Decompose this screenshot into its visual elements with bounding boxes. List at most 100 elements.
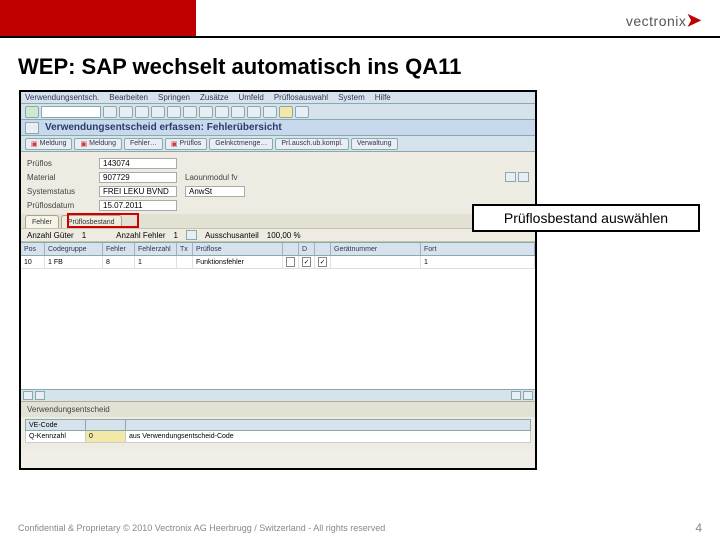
menu-item[interactable]: Bearbeiten <box>109 93 148 102</box>
app-button[interactable]: Gelnkctmenge… <box>209 138 273 150</box>
scroll-left-icon[interactable] <box>23 391 33 400</box>
summary-label: Anzahl Fehler <box>116 231 165 240</box>
summary-val: 1 <box>82 231 86 240</box>
menu-item[interactable]: System <box>338 93 365 102</box>
footer-grid: VE-Code Q-Kennzahl 0 aus Verwendungsents… <box>21 417 535 449</box>
scroll-right-icon[interactable] <box>523 391 533 400</box>
brand-name: vectronix <box>626 13 687 29</box>
col-fehlerzahl: Fehlerzahl <box>135 243 177 255</box>
fd-kennzahl[interactable]: 0 <box>85 431 125 443</box>
brand-arrow-icon: ➤ <box>686 10 702 30</box>
sap-menubar[interactable]: Verwendungsentsch. Bearbeiten Springen Z… <box>21 92 535 104</box>
toolbar-icon[interactable] <box>295 106 309 118</box>
toolbar-icon[interactable] <box>247 106 261 118</box>
menu-item[interactable]: Springen <box>158 93 190 102</box>
menu-item[interactable]: Hilfe <box>375 93 391 102</box>
input-anwst[interactable]: AnwSt <box>185 186 245 197</box>
f4-icon[interactable] <box>518 172 529 182</box>
input-material[interactable]: 907729 <box>99 172 177 183</box>
col-fort: Fort <box>421 243 535 255</box>
app-button[interactable]: Verwaltung <box>351 138 398 150</box>
fd-label: Q-Kennzahl <box>25 431 85 443</box>
horizontal-rule <box>0 36 720 38</box>
summary-val: 1 <box>174 231 178 240</box>
title-icon <box>25 122 39 134</box>
fh-vecode: VE-Code <box>25 419 85 431</box>
label-material: Material <box>27 173 99 182</box>
toolbar-icon[interactable] <box>263 106 277 118</box>
menu-item[interactable]: Verwendungsentsch. <box>25 93 99 102</box>
col-codegruppe: Codegruppe <box>45 243 103 255</box>
command-field[interactable] <box>41 106 101 118</box>
slide-footer: Confidential & Proprietary © 2010 Vectro… <box>0 516 720 540</box>
footer-section-label: Verwendungsentscheid <box>21 401 535 417</box>
form-header: Prüflos 143074 Material 907729 Laounmodu… <box>21 152 535 214</box>
label-prueflos: Prüflos <box>27 159 99 168</box>
page-number: 4 <box>695 521 702 535</box>
tab-prueflosbestand[interactable]: Prüflosbestand <box>61 215 122 228</box>
slide-top-bar: vectronix➤ <box>0 0 720 36</box>
cancel-icon[interactable] <box>151 106 165 118</box>
input-prueflos[interactable]: 143074 <box>99 158 177 169</box>
col-prueflose: Prüflose <box>193 243 283 255</box>
summary-val: 100,00 % <box>267 231 301 240</box>
back-icon[interactable] <box>119 106 133 118</box>
callout-text: Prüflosbestand auswählen <box>504 210 668 226</box>
toolbar-icon[interactable] <box>183 106 197 118</box>
annotation-callout: Prüflosbestand auswählen <box>472 204 700 232</box>
fh-blank <box>85 419 125 431</box>
brand-color-block <box>0 0 196 36</box>
toolbar-icon[interactable] <box>231 106 245 118</box>
menu-item[interactable]: Prüflosauswahl <box>274 93 328 102</box>
material-text: Laounmodul fv <box>185 173 237 182</box>
checkbox-icon[interactable]: ✓ <box>318 257 327 267</box>
menu-item[interactable]: Umfeld <box>238 93 263 102</box>
app-button[interactable]: Prl.ausch.ub.kompl. <box>275 138 348 150</box>
menu-item[interactable]: Zusätze <box>200 93 228 102</box>
summary-label: Ausschusanteil <box>205 231 259 240</box>
sap-titlebar: Verwendungsentscheid erfassen: Fehlerübe… <box>21 120 535 136</box>
toolbar-icon[interactable] <box>103 106 117 118</box>
col-pos: Pos <box>21 243 45 255</box>
brand-logo: vectronix➤ <box>626 10 702 31</box>
app-button[interactable]: ▣Meldung <box>74 138 121 150</box>
sap-toolbar-app: ▣Meldung ▣Meldung Fehler… ▣Prüflos Gelnk… <box>21 136 535 152</box>
summary-icon[interactable] <box>186 230 197 240</box>
col-blank2 <box>315 243 331 255</box>
summary-label: Anzahl Güter <box>27 231 74 240</box>
scroll-right-icon[interactable] <box>511 391 521 400</box>
app-button[interactable]: ▣Prüflos <box>165 138 207 150</box>
col-blank <box>283 243 299 255</box>
grid-header: Pos Codegruppe Fehler Fehlerzahl Tx Prüf… <box>21 242 535 256</box>
app-button[interactable]: Fehler… <box>124 138 163 150</box>
toolbar-icon[interactable] <box>199 106 213 118</box>
exit-icon[interactable] <box>135 106 149 118</box>
toolbar-icon[interactable] <box>215 106 229 118</box>
help-icon[interactable] <box>279 106 293 118</box>
col-geraet: Gerätnummer <box>331 243 421 255</box>
col-d: D <box>299 243 315 255</box>
ok-icon[interactable] <box>25 106 39 118</box>
label-date: Prüflosdatum <box>27 201 99 210</box>
checkbox-icon[interactable] <box>286 257 295 267</box>
tab-fehler[interactable]: Fehler <box>25 215 59 228</box>
col-fehler: Fehler <box>103 243 135 255</box>
sap-toolbar-main <box>21 104 535 120</box>
checkbox-icon[interactable]: ✓ <box>302 257 311 267</box>
sap-window: Verwendungsentsch. Bearbeiten Springen Z… <box>19 90 537 470</box>
app-button[interactable]: ▣Meldung <box>25 138 72 150</box>
input-date[interactable]: 15.07.2011 <box>99 200 177 211</box>
f4-icon[interactable] <box>505 172 516 182</box>
sap-title-text: Verwendungsentscheid erfassen: Fehlerübe… <box>45 122 282 133</box>
table-row[interactable]: 10 1 FB 8 1 Funktionsfehler ✓ ✓ 1 <box>21 256 535 269</box>
toolbar-icon[interactable] <box>167 106 181 118</box>
summary-row: Anzahl Güter 1 Anzahl Fehler 1 Ausschusa… <box>21 228 535 242</box>
input-systemstatus[interactable]: FREI LEKU BVND <box>99 186 177 197</box>
grid-empty-area <box>21 269 535 389</box>
label-systemstatus: Systemstatus <box>27 187 99 196</box>
grid-scrollbar[interactable] <box>21 389 535 401</box>
col-tx: Tx <box>177 243 193 255</box>
fh-blank2 <box>125 419 531 431</box>
scroll-left-icon[interactable] <box>35 391 45 400</box>
slide-title: WEP: SAP wechselt automatisch ins QA11 <box>18 54 461 80</box>
